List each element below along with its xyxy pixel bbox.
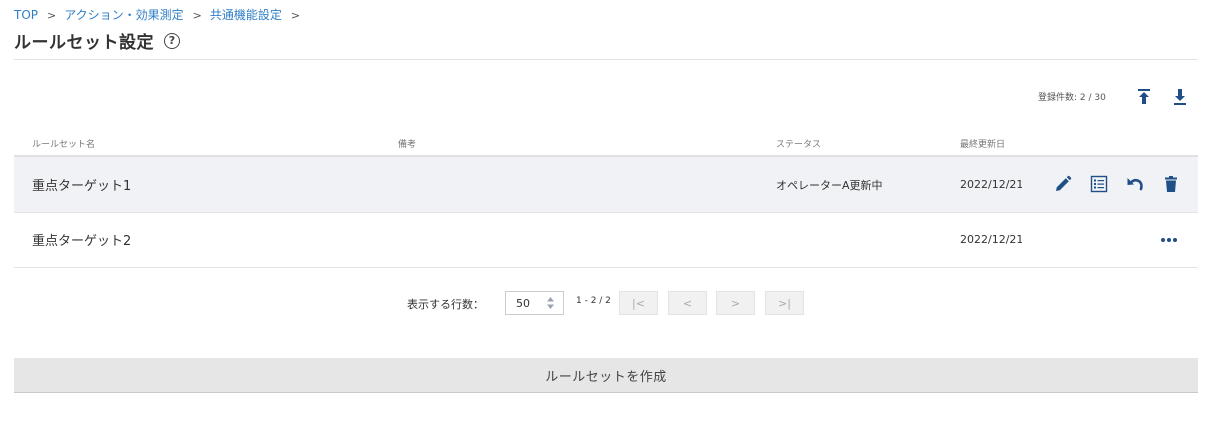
last-page-button[interactable]: >| [765, 291, 804, 315]
breadcrumb-separator: > [192, 9, 202, 22]
first-page-button[interactable]: |< [619, 291, 658, 315]
breadcrumb-top[interactable]: TOP [14, 8, 38, 22]
next-page-button[interactable]: > [716, 291, 755, 315]
table-row[interactable]: 重点ターゲット2 2022/12/21 [14, 212, 1198, 268]
trash-icon[interactable] [1162, 175, 1180, 193]
rows-per-page-select[interactable]: 50 [505, 291, 564, 315]
breadcrumb-separator: > [47, 9, 57, 22]
ruleset-name[interactable]: 重点ターゲット1 [32, 157, 131, 212]
help-icon[interactable]: ? [164, 32, 180, 49]
breadcrumb-action-measurement[interactable]: アクション・効果測定 [64, 8, 183, 22]
column-header-note: 備考 [398, 140, 417, 150]
ruleset-updated-date: 2022/12/21 [960, 233, 1022, 246]
breadcrumb-separator: > [290, 9, 301, 22]
create-ruleset-button[interactable]: ルールセットを作成 [14, 358, 1198, 393]
download-icon[interactable] [1172, 88, 1188, 106]
ruleset-status: オペレーターA更新中 [776, 178, 883, 192]
registration-count: 登録件数: 2 / 30 [1038, 93, 1106, 103]
column-header-status: ステータス [776, 140, 822, 150]
rows-per-page-value: 50 [516, 297, 530, 310]
page-range: 1 - 2 / 2 [576, 296, 611, 306]
breadcrumb-common-settings[interactable]: 共通機能設定 [210, 8, 282, 22]
ruleset-name[interactable]: 重点ターゲット2 [32, 212, 131, 267]
undo-icon[interactable] [1126, 175, 1144, 193]
title-row: ルールセット設定 ? [14, 28, 180, 53]
divider [14, 59, 1198, 60]
ruleset-updated-date: 2022/12/21 [960, 178, 1022, 191]
edit-icon[interactable] [1054, 175, 1072, 193]
upload-icon[interactable] [1136, 88, 1152, 106]
column-header-name: ルールセット名 [32, 140, 96, 150]
page-title: ルールセット設定 [14, 33, 154, 53]
checklist-icon[interactable] [1090, 175, 1108, 193]
pagination: 表示する行数： 50 1 - 2 / 2 |< < > >| [0, 291, 1214, 317]
more-icon[interactable] [1159, 230, 1179, 248]
prev-page-button[interactable]: < [668, 291, 707, 315]
column-header-updated: 最終更新日 [960, 140, 1006, 150]
breadcrumb: TOP > アクション・効果測定 > 共通機能設定 > [14, 6, 308, 23]
spinner-icon[interactable] [546, 296, 555, 310]
table-row[interactable]: 重点ターゲット1 オペレーターA更新中 2022/12/21 [14, 157, 1198, 213]
rows-per-page-label: 表示する行数： [407, 298, 484, 311]
